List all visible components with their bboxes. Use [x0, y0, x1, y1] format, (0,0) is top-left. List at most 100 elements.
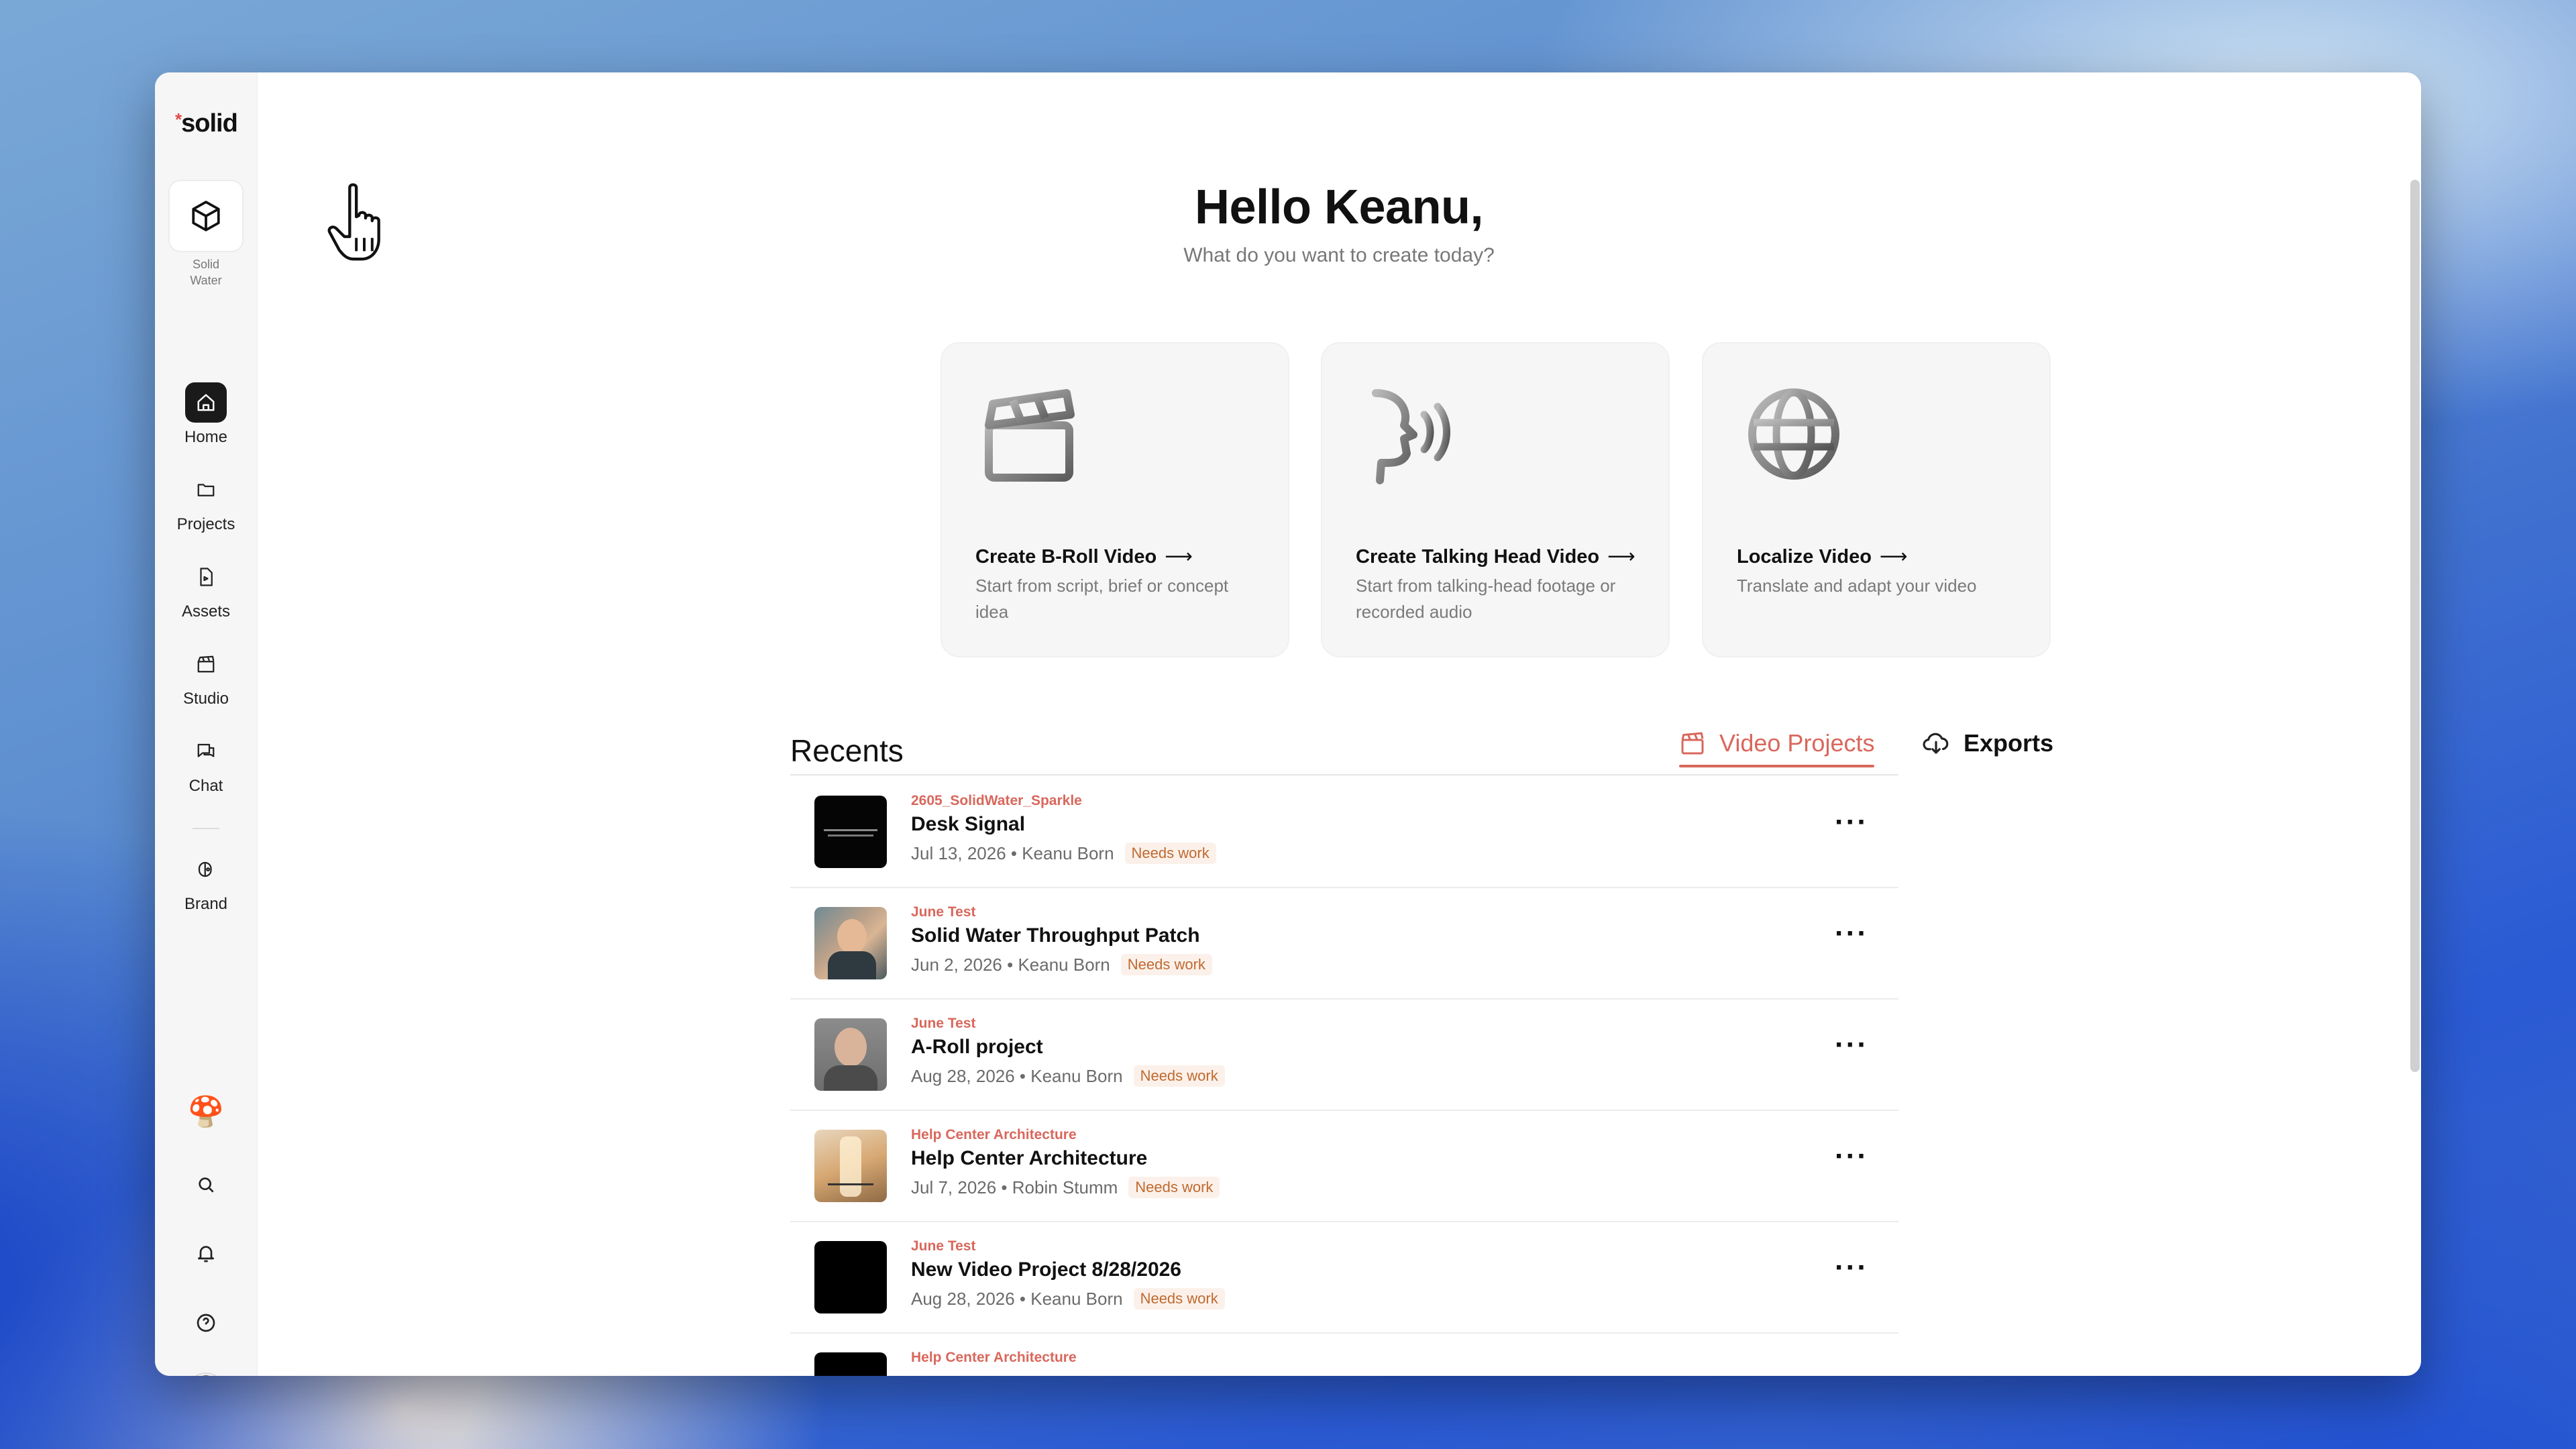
- help-button[interactable]: [155, 1303, 257, 1343]
- chat-icon: [197, 743, 215, 757]
- app-window: *solid Solid Water Home Projects Assets …: [155, 72, 2421, 1376]
- project-name[interactable]: New Video Project 8/28/2026: [911, 1258, 1181, 1281]
- sidebar-item-studio[interactable]: Studio: [155, 644, 257, 708]
- cloud-download-icon: [1923, 733, 1949, 754]
- sidebar-item-label: Projects: [176, 515, 235, 533]
- sidebar-item-chat[interactable]: Chat: [155, 731, 257, 796]
- more-options-icon[interactable]: ···: [1831, 919, 1872, 957]
- project-folder[interactable]: June Test: [911, 1016, 975, 1032]
- card-description: Start from script, brief or concept idea: [975, 576, 1229, 622]
- tab-exports[interactable]: Exports: [1922, 722, 2053, 765]
- project-meta: Aug 28, 2026 • Keanu Born Needs work: [911, 1065, 1225, 1087]
- clapperboard-icon: [1681, 732, 1704, 755]
- bell-icon: [198, 1246, 214, 1263]
- search-icon: [199, 1177, 214, 1193]
- logo-text: solid: [181, 109, 238, 138]
- video-thumbnail: [814, 1241, 887, 1313]
- list-item[interactable]: 2605_SolidWater_Sparkle Desk Signal Jul …: [790, 777, 1898, 888]
- sidebar-item-home[interactable]: Home: [155, 382, 257, 447]
- workspace-name: Solid Water: [155, 256, 257, 288]
- list-item[interactable]: June Test Solid Water Throughput Patch J…: [790, 888, 1898, 1000]
- project-folder[interactable]: Help Center Architecture: [911, 1350, 1077, 1366]
- status-badge: Needs work: [1133, 1288, 1225, 1309]
- notifications-button[interactable]: [155, 1233, 257, 1273]
- arrow-right-icon: ⟶: [1879, 546, 1908, 568]
- list-item[interactable]: June Test New Video Project 8/28/2026 Au…: [790, 1222, 1898, 1334]
- project-name[interactable]: A-Roll project: [911, 1036, 1043, 1059]
- video-thumbnail: [814, 796, 887, 868]
- list-item[interactable]: June Test A-Roll project Aug 28, 2026 • …: [790, 1000, 1898, 1111]
- sidebar-item-label: Brand: [184, 895, 228, 913]
- mario-avatar[interactable]: 🍄: [155, 1092, 257, 1132]
- project-name[interactable]: Help Center Architecture: [911, 1147, 1147, 1170]
- project-date-owner: Jun 2, 2026 • Keanu Born: [911, 954, 1110, 975]
- tab-video-projects[interactable]: Video Projects: [1679, 722, 1875, 767]
- hand-cursor-icon: [327, 183, 380, 261]
- card-description: Start from talking-head footage or recor…: [1356, 576, 1616, 622]
- arrow-right-icon: ⟶: [1165, 546, 1193, 568]
- user-avatar[interactable]: [155, 1373, 257, 1376]
- app-logo[interactable]: *solid: [175, 109, 238, 138]
- page-subtitle: What do you want to create today?: [1183, 244, 1495, 266]
- file-icon: [200, 568, 213, 586]
- more-options-icon[interactable]: ···: [1831, 1142, 1872, 1179]
- video-thumbnail: [814, 1352, 887, 1376]
- logo-mark: *: [175, 109, 182, 129]
- project-meta: Jun 2, 2026 • Keanu Born Needs work: [911, 954, 1212, 975]
- localize-video-card[interactable]: Localize Video ⟶ Translate and adapt your…: [1702, 342, 2051, 657]
- project-date-owner: Aug 28, 2026 • Keanu Born: [911, 1065, 1123, 1086]
- tab-label: Video Projects: [1719, 729, 1875, 757]
- sidebar-divider: [193, 828, 219, 829]
- sidebar-item-label: Home: [184, 428, 228, 446]
- workspace-name-line1: Solid: [192, 258, 220, 271]
- card-title-text: Create B-Roll Video: [975, 546, 1157, 568]
- arrow-right-icon: ⟶: [1607, 546, 1635, 568]
- project-folder[interactable]: June Test: [911, 904, 975, 920]
- card-title-text: Localize Video: [1737, 546, 1872, 568]
- card-title: Create Talking Head Video ⟶: [1356, 545, 1635, 568]
- list-item[interactable]: Help Center Architecture: [790, 1334, 1898, 1376]
- search-button[interactable]: [155, 1165, 257, 1205]
- create-broll-card[interactable]: Create B-Roll Video ⟶ Start from script, …: [941, 342, 1289, 657]
- project-meta: Jul 13, 2026 • Keanu Born Needs work: [911, 843, 1216, 864]
- list-item[interactable]: Help Center Architecture Help Center Arc…: [790, 1111, 1898, 1222]
- recents-heading: Recents: [790, 733, 904, 768]
- cube-icon: [192, 201, 220, 231]
- video-thumbnail: [814, 1018, 887, 1091]
- card-title: Create B-Roll Video ⟶: [975, 545, 1193, 568]
- workspace-switcher[interactable]: [168, 180, 244, 252]
- sidebar-item-label: Chat: [189, 777, 223, 795]
- project-folder[interactable]: 2605_SolidWater_Sparkle: [911, 793, 1082, 809]
- page-title: Hello Keanu,: [1194, 180, 1484, 234]
- help-icon: [197, 1313, 215, 1332]
- project-meta: Aug 28, 2026 • Keanu Born Needs work: [911, 1288, 1225, 1309]
- sidebar-item-projects[interactable]: Projects: [155, 470, 257, 534]
- more-options-icon[interactable]: ···: [1831, 1030, 1872, 1068]
- tab-active-indicator: [1679, 765, 1875, 767]
- project-folder[interactable]: Help Center Architecture: [911, 1127, 1077, 1143]
- project-date-owner: Aug 28, 2026 • Keanu Born: [911, 1288, 1123, 1309]
- status-badge: Needs work: [1133, 1065, 1225, 1087]
- create-talking-head-card[interactable]: Create Talking Head Video ⟶ Start from ta…: [1321, 342, 1670, 657]
- project-name[interactable]: Solid Water Throughput Patch: [911, 924, 1200, 947]
- more-options-icon[interactable]: ···: [1831, 808, 1872, 845]
- more-options-icon[interactable]: ···: [1831, 1253, 1872, 1291]
- sidebar-item-assets[interactable]: Assets: [155, 557, 257, 621]
- sidebar-item-label: Studio: [182, 690, 229, 708]
- video-thumbnail: [814, 1130, 887, 1202]
- brand-icon: [198, 861, 212, 877]
- clapperboard-icon: [985, 389, 1075, 482]
- folder-icon: [197, 484, 215, 496]
- scrollbar[interactable]: [2410, 180, 2420, 1072]
- tabs-divider: [790, 774, 1898, 775]
- project-folder[interactable]: June Test: [911, 1238, 975, 1254]
- card-description: Translate and adapt your video: [1737, 576, 1977, 596]
- status-badge: Needs work: [1120, 954, 1212, 975]
- workspace-name-line2: Water: [190, 274, 222, 287]
- sidebar-item-brand[interactable]: Brand: [155, 849, 257, 914]
- speaking-head-icon: [1372, 389, 1450, 484]
- globe-icon: [1748, 388, 1839, 480]
- video-thumbnail: [814, 907, 887, 979]
- project-name[interactable]: Desk Signal: [911, 813, 1025, 836]
- main-content: Hello Keanu, What do you want to create …: [257, 72, 2421, 1376]
